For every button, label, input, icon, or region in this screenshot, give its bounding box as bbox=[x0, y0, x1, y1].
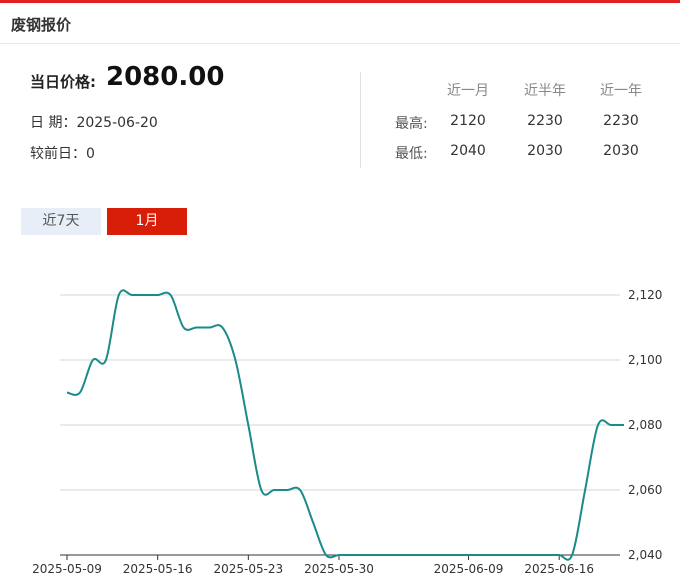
stat-low-year: 2030 bbox=[603, 143, 639, 159]
price-label: 当日价格: bbox=[30, 73, 96, 91]
x-tick-label: 2025-05-23 bbox=[213, 562, 283, 576]
panel-header: 废钢报价 bbox=[0, 3, 680, 44]
x-tick-label: 2025-05-09 bbox=[32, 562, 102, 576]
y-tick-label: 2,040 bbox=[628, 548, 662, 562]
x-tick-label: 2025-05-30 bbox=[304, 562, 374, 576]
stat-row-high-label: 最高: bbox=[395, 116, 428, 132]
stat-header-halfyear: 近半年 bbox=[524, 83, 566, 99]
stats-divider bbox=[360, 72, 361, 168]
y-tick-label: 2,080 bbox=[628, 418, 662, 432]
y-tick-label: 2,060 bbox=[628, 483, 662, 497]
price-value: 2080.00 bbox=[106, 62, 225, 92]
tab-1-month[interactable]: 1月 bbox=[107, 208, 187, 235]
x-tick-label: 2025-05-16 bbox=[123, 562, 193, 576]
stat-high-month: 2120 bbox=[450, 113, 486, 129]
stat-low-month: 2040 bbox=[450, 143, 486, 159]
tab-7-days[interactable]: 近7天 bbox=[21, 208, 101, 235]
stat-header-month: 近一月 bbox=[447, 83, 489, 99]
panel-title: 废钢报价 bbox=[11, 16, 72, 34]
y-tick-label: 2,100 bbox=[628, 353, 662, 367]
stat-low-halfyear: 2030 bbox=[527, 143, 563, 159]
stat-high-halfyear: 2230 bbox=[527, 113, 563, 129]
stat-row-low-label: 最低: bbox=[395, 146, 428, 162]
date-text: 日 期：2025-06-20 bbox=[30, 115, 158, 131]
change-text: 较前日：0 bbox=[30, 146, 95, 162]
price-line-chart: 2,040 2,060 2,080 2,100 2,120 2025-05-09 2025-… bbox=[32, 288, 662, 576]
x-tick-label: 2025-06-09 bbox=[434, 562, 504, 576]
stat-header-year: 近一年 bbox=[600, 83, 642, 99]
stat-high-year: 2230 bbox=[603, 113, 639, 129]
x-tick-label: 2025-06-16 bbox=[524, 562, 594, 576]
y-tick-label: 2,120 bbox=[628, 288, 662, 302]
